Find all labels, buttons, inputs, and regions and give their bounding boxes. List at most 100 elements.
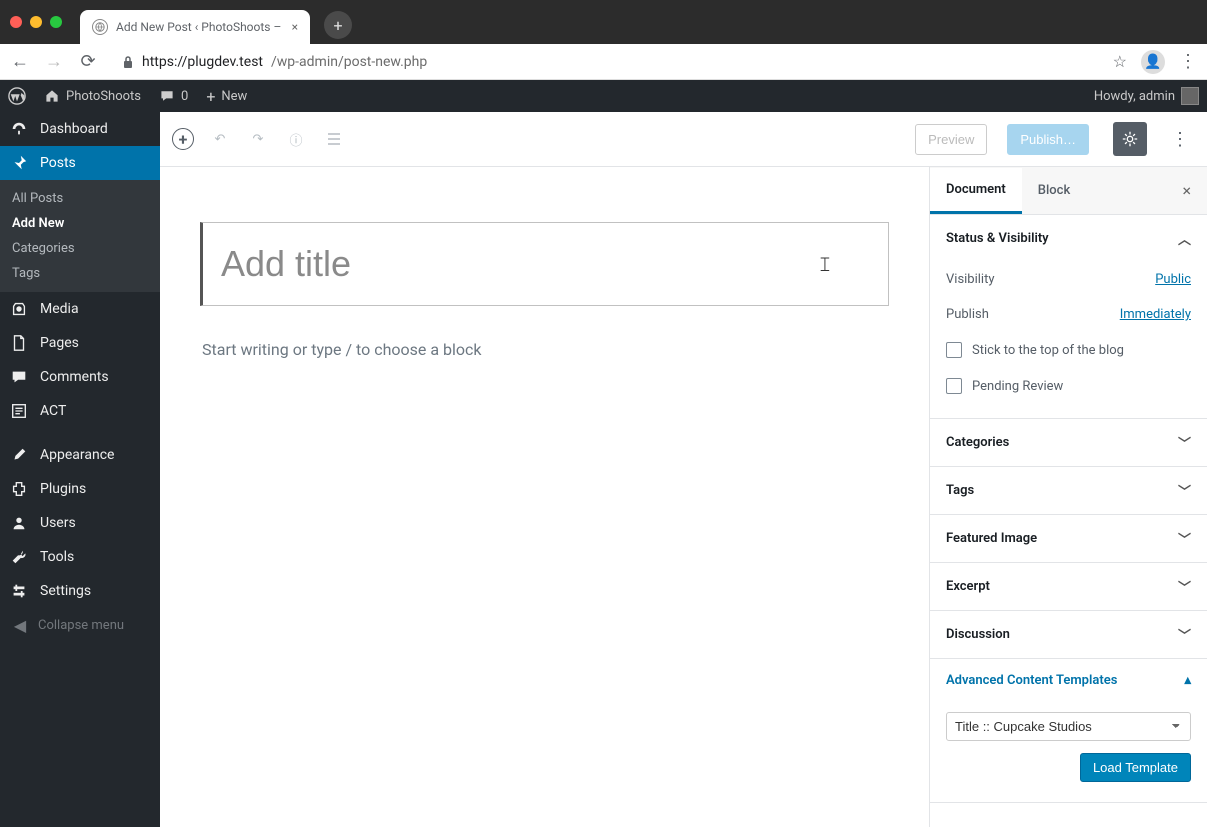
panel-header-discussion[interactable]: Discussion ﹀ (930, 611, 1207, 658)
template-select[interactable]: Title :: Cupcake Studios (946, 712, 1191, 741)
info-button[interactable]: ⓘ (284, 127, 308, 151)
sidebar-item-dashboard[interactable]: Dashboard (0, 112, 160, 146)
maximize-window-button[interactable] (50, 16, 62, 28)
collapse-menu-button[interactable]: ◀ Collapse menu (0, 608, 160, 643)
sidebar-item-act[interactable]: ACT (0, 394, 160, 428)
gear-icon (1121, 130, 1139, 148)
panel-header-act[interactable]: Advanced Content Templates ▴ (930, 659, 1207, 702)
sidebar-item-comments[interactable]: Comments (0, 360, 160, 394)
sidebar-item-pages[interactable]: Pages (0, 326, 160, 360)
dashboard-icon (10, 120, 30, 138)
body-placeholder[interactable]: Start writing or type / to choose a bloc… (200, 340, 889, 359)
panel-header-status[interactable]: Status & Visibility ︿ (930, 215, 1207, 262)
collapse-icon: ◀ (10, 616, 30, 635)
collapse-label: Collapse menu (38, 618, 124, 633)
act-icon (10, 402, 30, 420)
minimize-window-button[interactable] (30, 16, 42, 28)
browser-menu-icon[interactable]: ⋮ (1179, 51, 1197, 72)
close-settings-icon[interactable]: × (1166, 181, 1207, 200)
sidebar-label: Pages (40, 335, 79, 351)
submenu-tags[interactable]: Tags (0, 261, 160, 286)
browser-tab-bar: Add New Post ‹ PhotoShoots – × + (0, 0, 1207, 44)
url-host: https://plugdev.test (142, 54, 263, 70)
tab-document[interactable]: Document (930, 168, 1022, 214)
sidebar-label: Appearance (40, 447, 114, 463)
submenu-add-new[interactable]: Add New (0, 211, 160, 236)
visibility-value-link[interactable]: Public (1155, 272, 1191, 287)
lock-icon (122, 55, 134, 69)
text-cursor-icon: 𝙸 (818, 252, 832, 276)
address-bar[interactable]: https://plugdev.test/wp-admin/post-new.p… (112, 48, 1099, 76)
outline-button[interactable] (322, 127, 346, 151)
close-tab-icon[interactable]: × (292, 20, 298, 34)
site-name-text: PhotoShoots (66, 89, 141, 104)
sidebar-item-users[interactable]: Users (0, 506, 160, 540)
plugin-icon (10, 480, 30, 498)
tab-title: Add New Post ‹ PhotoShoots – (116, 20, 281, 34)
plus-icon: + (206, 87, 215, 106)
checkbox-icon[interactable] (946, 342, 962, 358)
forward-button[interactable]: → (44, 51, 64, 72)
submenu-categories[interactable]: Categories (0, 236, 160, 261)
sidebar-label: Settings (40, 583, 91, 599)
user-avatar (1181, 87, 1199, 105)
sidebar-item-media[interactable]: Media (0, 292, 160, 326)
load-template-button[interactable]: Load Template (1080, 753, 1191, 782)
pending-checkbox-row[interactable]: Pending Review (946, 368, 1191, 404)
tab-block[interactable]: Block (1022, 169, 1086, 212)
new-content-link[interactable]: + New (206, 87, 247, 106)
chevron-up-icon: ▴ (1184, 673, 1191, 688)
sidebar-label: Comments (40, 369, 109, 385)
undo-button[interactable]: ↶ (208, 127, 232, 151)
stick-label: Stick to the top of the blog (972, 343, 1124, 358)
panel-title: Featured Image (946, 531, 1037, 546)
panel-header-tags[interactable]: Tags ﹀ (930, 467, 1207, 514)
posts-submenu: All Posts Add New Categories Tags (0, 180, 160, 292)
profile-avatar[interactable]: 👤 (1141, 50, 1165, 74)
sidebar-label: ACT (40, 403, 66, 419)
sidebar-item-settings[interactable]: Settings (0, 574, 160, 608)
sidebar-item-plugins[interactable]: Plugins (0, 472, 160, 506)
panel-featured-image: Featured Image ﹀ (930, 515, 1207, 563)
comments-link[interactable]: 0 (159, 88, 188, 104)
page-icon (10, 334, 30, 352)
media-icon (10, 300, 30, 318)
wp-logo[interactable] (8, 87, 26, 105)
sidebar-item-appearance[interactable]: Appearance (0, 438, 160, 472)
sidebar-label: Plugins (40, 481, 86, 497)
chevron-down-icon: ﹀ (1178, 433, 1191, 452)
back-button[interactable]: ← (10, 51, 30, 72)
publish-button[interactable]: Publish… (1007, 124, 1089, 155)
more-options-button[interactable]: ⋮ (1165, 129, 1195, 150)
chevron-down-icon: ﹀ (1178, 529, 1191, 548)
preview-button[interactable]: Preview (915, 124, 987, 155)
panel-header-featured-image[interactable]: Featured Image ﹀ (930, 515, 1207, 562)
stick-checkbox-row[interactable]: Stick to the top of the blog (946, 332, 1191, 368)
new-tab-button[interactable]: + (324, 11, 352, 39)
sidebar-item-tools[interactable]: Tools (0, 540, 160, 574)
publish-row: Publish Immediately (946, 297, 1191, 332)
bookmark-icon[interactable]: ☆ (1113, 52, 1127, 71)
submenu-all-posts[interactable]: All Posts (0, 186, 160, 211)
admin-sidebar: Dashboard Posts All Posts Add New Catego… (0, 112, 160, 827)
title-input[interactable] (221, 243, 870, 285)
settings-toggle-button[interactable] (1113, 122, 1147, 156)
close-window-button[interactable] (10, 16, 22, 28)
comments-icon (10, 368, 30, 386)
account-link[interactable]: Howdy, admin (1094, 87, 1199, 105)
site-name-link[interactable]: PhotoShoots (44, 88, 141, 104)
reload-button[interactable]: ⟳ (78, 51, 98, 72)
editor-canvas: 𝙸 Start writing or type / to choose a bl… (160, 167, 929, 827)
browser-tab[interactable]: Add New Post ‹ PhotoShoots – × (80, 10, 310, 44)
pending-label: Pending Review (972, 379, 1063, 394)
panel-status-visibility: Status & Visibility ︿ Visibility Public … (930, 215, 1207, 419)
redo-button[interactable]: ↷ (246, 127, 270, 151)
panel-header-categories[interactable]: Categories ﹀ (930, 419, 1207, 466)
sidebar-item-posts[interactable]: Posts (0, 146, 160, 180)
title-block[interactable]: 𝙸 (200, 222, 889, 306)
panel-header-excerpt[interactable]: Excerpt ﹀ (930, 563, 1207, 610)
visibility-label: Visibility (946, 272, 995, 287)
add-block-button[interactable]: + (172, 128, 194, 150)
publish-value-link[interactable]: Immediately (1120, 307, 1191, 322)
checkbox-icon[interactable] (946, 378, 962, 394)
